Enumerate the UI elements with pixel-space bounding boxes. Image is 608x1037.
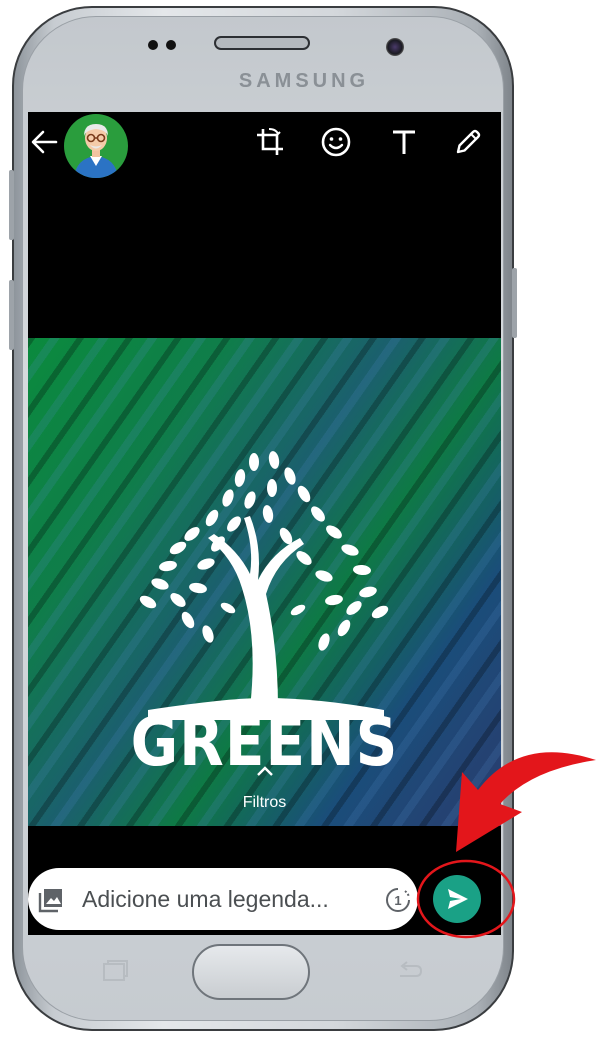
recent-apps-icon: [103, 960, 128, 981]
view-once-button[interactable]: 1: [384, 886, 412, 914]
filters-label: Filtros: [242, 794, 287, 811]
emoji-button[interactable]: [316, 122, 356, 162]
power-button: [512, 268, 517, 338]
view-once-1-icon: 1: [386, 888, 410, 912]
sensor-dot: [148, 40, 158, 50]
home-button[interactable]: [192, 944, 310, 1000]
avatar-person-icon: [74, 124, 118, 178]
contact-avatar[interactable]: [64, 114, 128, 178]
pencil-icon: [456, 129, 481, 154]
svg-text:1: 1: [394, 893, 401, 908]
back-button[interactable]: [28, 122, 60, 162]
text-button[interactable]: [384, 122, 424, 162]
emoji-icon: [321, 127, 351, 157]
filters-toggle[interactable]: Filtros: [28, 762, 501, 812]
editor-toolbar: [28, 112, 501, 178]
screen: GREENS Filtros Adicione uma legenda... 1: [28, 112, 501, 935]
draw-button[interactable]: [448, 122, 488, 162]
gallery-button[interactable]: [36, 885, 66, 915]
caption-bar: Adicione uma legenda... 1: [28, 868, 418, 930]
image-icon: [38, 889, 62, 913]
crop-rotate-icon: [257, 128, 283, 155]
recent-apps-key[interactable]: [100, 960, 130, 984]
front-camera: [386, 38, 404, 56]
volume-button: [9, 170, 14, 240]
send-icon: [448, 889, 468, 909]
back-key[interactable]: [394, 960, 424, 984]
edited-image: GREENS: [28, 338, 501, 826]
chevron-up-icon: [28, 762, 501, 780]
text-T-icon: [393, 130, 415, 154]
bixby-button: [9, 280, 14, 350]
earpiece-speaker: [214, 36, 310, 50]
send-button[interactable]: [433, 875, 481, 923]
arrow-left-icon: [31, 130, 58, 154]
back-key-icon: [400, 961, 423, 977]
caption-input[interactable]: Adicione uma legenda...: [82, 886, 329, 913]
sensor-dot: [166, 40, 176, 50]
crop-rotate-button[interactable]: [250, 122, 290, 162]
brand-label: SAMSUNG: [238, 70, 370, 92]
